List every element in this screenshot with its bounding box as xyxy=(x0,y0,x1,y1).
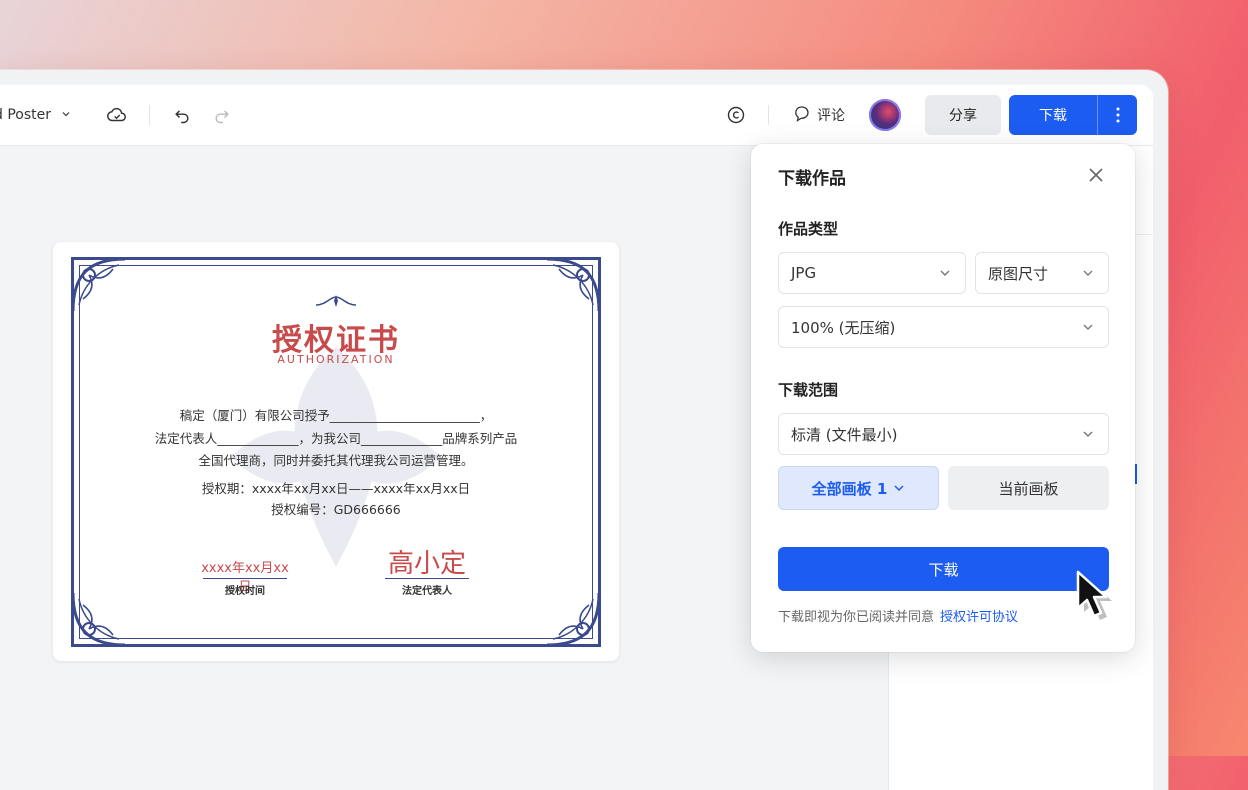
chevron-down-icon xyxy=(61,109,71,122)
chevron-down-icon xyxy=(940,270,950,276)
document-title: d Poster xyxy=(0,107,51,123)
title-ornament xyxy=(315,295,357,307)
section-label-range: 下载范围 xyxy=(778,381,839,399)
size-value: 原图尺寸 xyxy=(988,264,1049,283)
date-underline xyxy=(203,578,287,579)
format-select[interactable]: JPG xyxy=(778,252,966,294)
signature-underline xyxy=(385,578,469,579)
toolbar-divider xyxy=(149,105,150,125)
copyright-icon[interactable] xyxy=(724,103,748,127)
download-split-button: 下载 xyxy=(1009,95,1137,135)
more-options-icon[interactable] xyxy=(1098,95,1137,135)
download-button[interactable]: 下载 xyxy=(1009,95,1097,135)
comment-icon xyxy=(793,104,811,126)
certificate-number: 授权编号：GD666666 xyxy=(271,502,401,517)
close-icon[interactable] xyxy=(1085,164,1107,186)
canvas-artboard[interactable]: 授权证书 AUTHORIZATION 稿定（厦门）有限公司授予_________… xyxy=(53,242,619,661)
certificate-line-2: 法定代表人_____________，为我公司_____________品牌系列… xyxy=(154,431,518,446)
mouse-pointer-icon xyxy=(1076,570,1112,620)
agreement-text: 下载即视为你已阅读并同意 授权许可协议 xyxy=(778,606,1018,625)
current-board-button[interactable]: 当前画板 xyxy=(948,466,1109,510)
certificate: 授权证书 AUTHORIZATION 稿定（厦门）有限公司授予_________… xyxy=(71,257,601,647)
section-label-type: 作品类型 xyxy=(778,220,839,238)
ornament-corner-bottom-right xyxy=(546,592,601,647)
certificate-subtitle: AUTHORIZATION xyxy=(277,353,395,366)
license-agreement-link[interactable]: 授权许可协议 xyxy=(940,610,1018,625)
chevron-down-icon xyxy=(894,485,904,492)
ornament-corner-top-left xyxy=(71,257,126,312)
signature: 高小定 xyxy=(387,549,466,579)
signature-label: 法定代表人 xyxy=(402,586,452,597)
share-button[interactable]: 分享 xyxy=(925,95,1001,135)
top-toolbar: d Poster 评论 xyxy=(0,85,1153,146)
quality-select[interactable]: 100% (无压缩) xyxy=(778,306,1109,348)
comment-button[interactable]: 评论 xyxy=(793,103,845,127)
resolution-select[interactable]: 标清 (文件最小) xyxy=(778,413,1109,455)
ornament-corner-bottom-left xyxy=(71,592,126,647)
ornament-corner-top-right xyxy=(546,257,601,312)
cloud-sync-icon[interactable] xyxy=(105,103,129,127)
comment-label: 评论 xyxy=(817,108,845,124)
all-boards-label: 全部画板 1 xyxy=(811,479,888,498)
certificate-line-1: 稿定（厦门）有限公司授予________________________， xyxy=(179,408,493,423)
all-boards-button[interactable]: 全部画板 1 xyxy=(778,466,939,510)
quality-value: 100% (无压缩) xyxy=(791,318,896,337)
date-label: 授权时间 xyxy=(225,586,265,597)
certificate-line-3: 全国代理商，同时并委托其代理我公司运营管理。 xyxy=(198,453,474,468)
confirm-download-button[interactable]: 下载 xyxy=(778,547,1109,591)
toolbar-divider xyxy=(768,105,769,125)
undo-icon[interactable] xyxy=(170,103,194,127)
chevron-down-icon xyxy=(1083,270,1093,276)
panel-indicator xyxy=(1135,464,1137,484)
avatar[interactable] xyxy=(869,99,901,131)
resolution-value: 标清 (文件最小) xyxy=(791,425,898,444)
size-select[interactable]: 原图尺寸 xyxy=(975,252,1109,294)
format-value: JPG xyxy=(791,264,817,282)
chevron-down-icon xyxy=(1083,324,1093,330)
document-title-menu[interactable]: d Poster xyxy=(0,103,71,127)
certificate-period: 授权期：xxxx年xx月xx日——xxxx年xx月xx日 xyxy=(201,481,471,496)
chevron-down-icon xyxy=(1083,431,1093,437)
redo-icon[interactable] xyxy=(210,103,234,127)
dialog-title: 下载作品 xyxy=(778,169,846,189)
agreement-prefix: 下载即视为你已阅读并同意 xyxy=(778,610,935,625)
